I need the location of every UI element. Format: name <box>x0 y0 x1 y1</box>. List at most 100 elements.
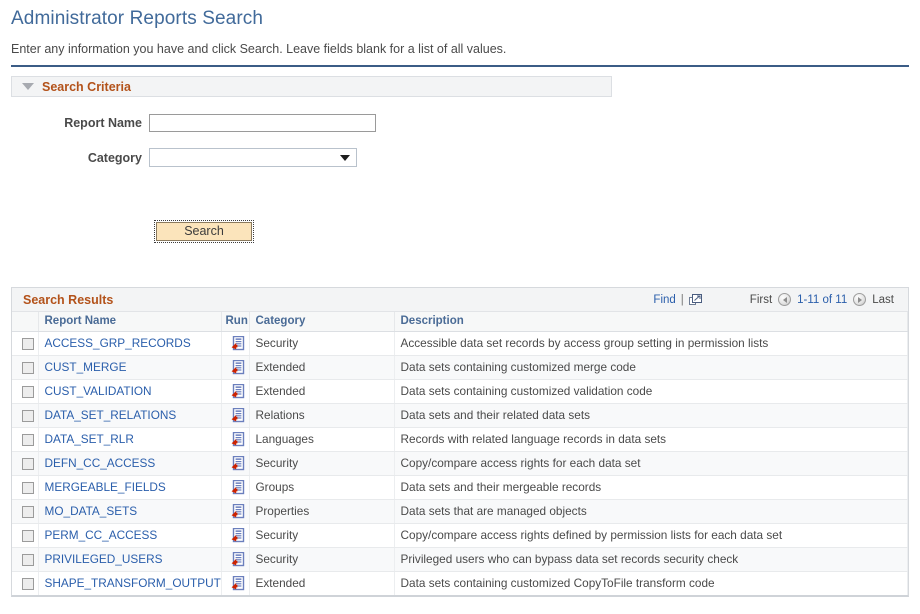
run-report-icon[interactable] <box>231 432 245 447</box>
category-label: Category <box>0 151 149 165</box>
table-row: DEFN_CC_ACCESS Security Copy/compare acc… <box>12 451 908 475</box>
run-cell <box>221 475 249 499</box>
report-name-link[interactable]: CUST_VALIDATION <box>45 384 152 398</box>
search-results-panel: Search Results Find | First 1-11 of 11 L… <box>11 287 909 597</box>
row-select-cell <box>12 499 38 523</box>
table-row: MERGEABLE_FIELDS Groups Data sets and th… <box>12 475 908 499</box>
run-cell <box>221 571 249 595</box>
page-instructions: Enter any information you have and click… <box>0 30 920 56</box>
description-cell: Copy/compare access rights for each data… <box>394 451 908 475</box>
run-report-icon[interactable] <box>231 408 245 423</box>
category-row: Category <box>0 148 920 167</box>
table-row: PERM_CC_ACCESS Security Copy/compare acc… <box>12 523 908 547</box>
run-cell <box>221 403 249 427</box>
table-row: CUST_VALIDATION Extended Data sets conta… <box>12 379 908 403</box>
table-row: PRIVILEGED_USERS Security Privileged use… <box>12 547 908 571</box>
report-name-cell: ACCESS_GRP_RECORDS <box>38 331 221 355</box>
report-name-cell: PRIVILEGED_USERS <box>38 547 221 571</box>
report-name-link[interactable]: DATA_SET_RLR <box>45 432 134 446</box>
description-cell: Data sets containing customized CopyToFi… <box>394 571 908 595</box>
run-cell <box>221 523 249 547</box>
run-report-icon[interactable] <box>231 528 245 543</box>
run-report-icon[interactable] <box>231 336 245 351</box>
category-cell: Relations <box>249 403 394 427</box>
report-name-label: Report Name <box>0 116 149 130</box>
search-button[interactable]: Search <box>156 222 252 241</box>
search-criteria-group-header[interactable]: Search Criteria <box>11 76 612 97</box>
search-criteria-fields: Report Name Category <box>0 97 920 167</box>
report-name-link[interactable]: DATA_SET_RELATIONS <box>45 408 177 422</box>
report-name-link[interactable]: CUST_MERGE <box>45 360 127 374</box>
table-row: SHAPE_TRANSFORM_OUTPUT Extended Data set… <box>12 571 908 595</box>
row-select-cell <box>12 571 38 595</box>
column-header-category: Category <box>249 312 394 331</box>
row-checkbox[interactable] <box>22 362 34 374</box>
row-select-cell <box>12 451 38 475</box>
title-divider <box>11 65 909 67</box>
row-checkbox[interactable] <box>22 578 34 590</box>
column-header-report-name: Report Name <box>38 312 221 331</box>
previous-arrow-icon[interactable] <box>778 293 791 306</box>
category-cell: Languages <box>249 427 394 451</box>
search-results-header: Search Results Find | First 1-11 of 11 L… <box>12 288 908 312</box>
description-cell: Copy/compare access rights defined by pe… <box>394 523 908 547</box>
run-report-icon[interactable] <box>231 360 245 375</box>
category-cell: Groups <box>249 475 394 499</box>
report-name-link[interactable]: ACCESS_GRP_RECORDS <box>45 336 191 350</box>
report-name-link[interactable]: PERM_CC_ACCESS <box>45 528 158 542</box>
run-cell <box>221 499 249 523</box>
find-link[interactable]: Find <box>653 294 675 306</box>
row-checkbox[interactable] <box>22 338 34 350</box>
row-checkbox[interactable] <box>22 482 34 494</box>
row-select-cell <box>12 523 38 547</box>
report-name-link[interactable]: SHAPE_TRANSFORM_OUTPUT <box>45 576 221 590</box>
page-title: Administrator Reports Search <box>0 0 920 30</box>
next-arrow-icon[interactable] <box>853 293 866 306</box>
run-cell <box>221 451 249 475</box>
column-header-run: Run <box>221 312 249 331</box>
run-report-icon[interactable] <box>231 456 245 471</box>
report-name-link[interactable]: PRIVILEGED_USERS <box>45 552 163 566</box>
chevron-down-icon[interactable] <box>22 83 34 90</box>
search-results-table: Report Name Run Category Description ACC… <box>12 312 908 595</box>
report-name-link[interactable]: MO_DATA_SETS <box>45 504 138 518</box>
row-select-cell <box>12 331 38 355</box>
table-body: ACCESS_GRP_RECORDS Security Accessible d… <box>12 331 908 595</box>
row-select-cell <box>12 355 38 379</box>
description-cell: Data sets and their mergeable records <box>394 475 908 499</box>
last-link[interactable]: Last <box>872 294 894 306</box>
table-row: MO_DATA_SETS Properties Data sets that a… <box>12 499 908 523</box>
run-report-icon[interactable] <box>231 384 245 399</box>
description-cell: Data sets containing customized merge co… <box>394 355 908 379</box>
run-report-icon[interactable] <box>231 504 245 519</box>
row-checkbox[interactable] <box>22 554 34 566</box>
category-cell: Security <box>249 451 394 475</box>
report-name-link[interactable]: MERGEABLE_FIELDS <box>45 480 166 494</box>
row-select-cell <box>12 379 38 403</box>
report-name-cell: CUST_VALIDATION <box>38 379 221 403</box>
row-checkbox[interactable] <box>22 386 34 398</box>
category-cell: Security <box>249 331 394 355</box>
row-checkbox[interactable] <box>22 458 34 470</box>
report-name-cell: DEFN_CC_ACCESS <box>38 451 221 475</box>
results-range[interactable]: 1-11 of 11 <box>797 294 847 306</box>
row-checkbox[interactable] <box>22 530 34 542</box>
run-report-icon[interactable] <box>231 480 245 495</box>
report-name-link[interactable]: DEFN_CC_ACCESS <box>45 456 156 470</box>
row-checkbox[interactable] <box>22 506 34 518</box>
category-cell: Extended <box>249 379 394 403</box>
run-report-icon[interactable] <box>231 576 245 591</box>
report-name-input[interactable] <box>149 114 376 132</box>
category-select-wrap <box>149 148 357 167</box>
search-button-row: Search <box>0 183 920 241</box>
report-name-cell: DATA_SET_RELATIONS <box>38 403 221 427</box>
run-report-icon[interactable] <box>231 552 245 567</box>
report-name-cell: DATA_SET_RLR <box>38 427 221 451</box>
description-cell: Data sets that are managed objects <box>394 499 908 523</box>
description-cell: Accessible data set records by access gr… <box>394 331 908 355</box>
row-checkbox[interactable] <box>22 410 34 422</box>
row-checkbox[interactable] <box>22 434 34 446</box>
expand-icon[interactable] <box>689 294 702 306</box>
first-link[interactable]: First <box>750 294 772 306</box>
category-select[interactable] <box>149 148 357 167</box>
